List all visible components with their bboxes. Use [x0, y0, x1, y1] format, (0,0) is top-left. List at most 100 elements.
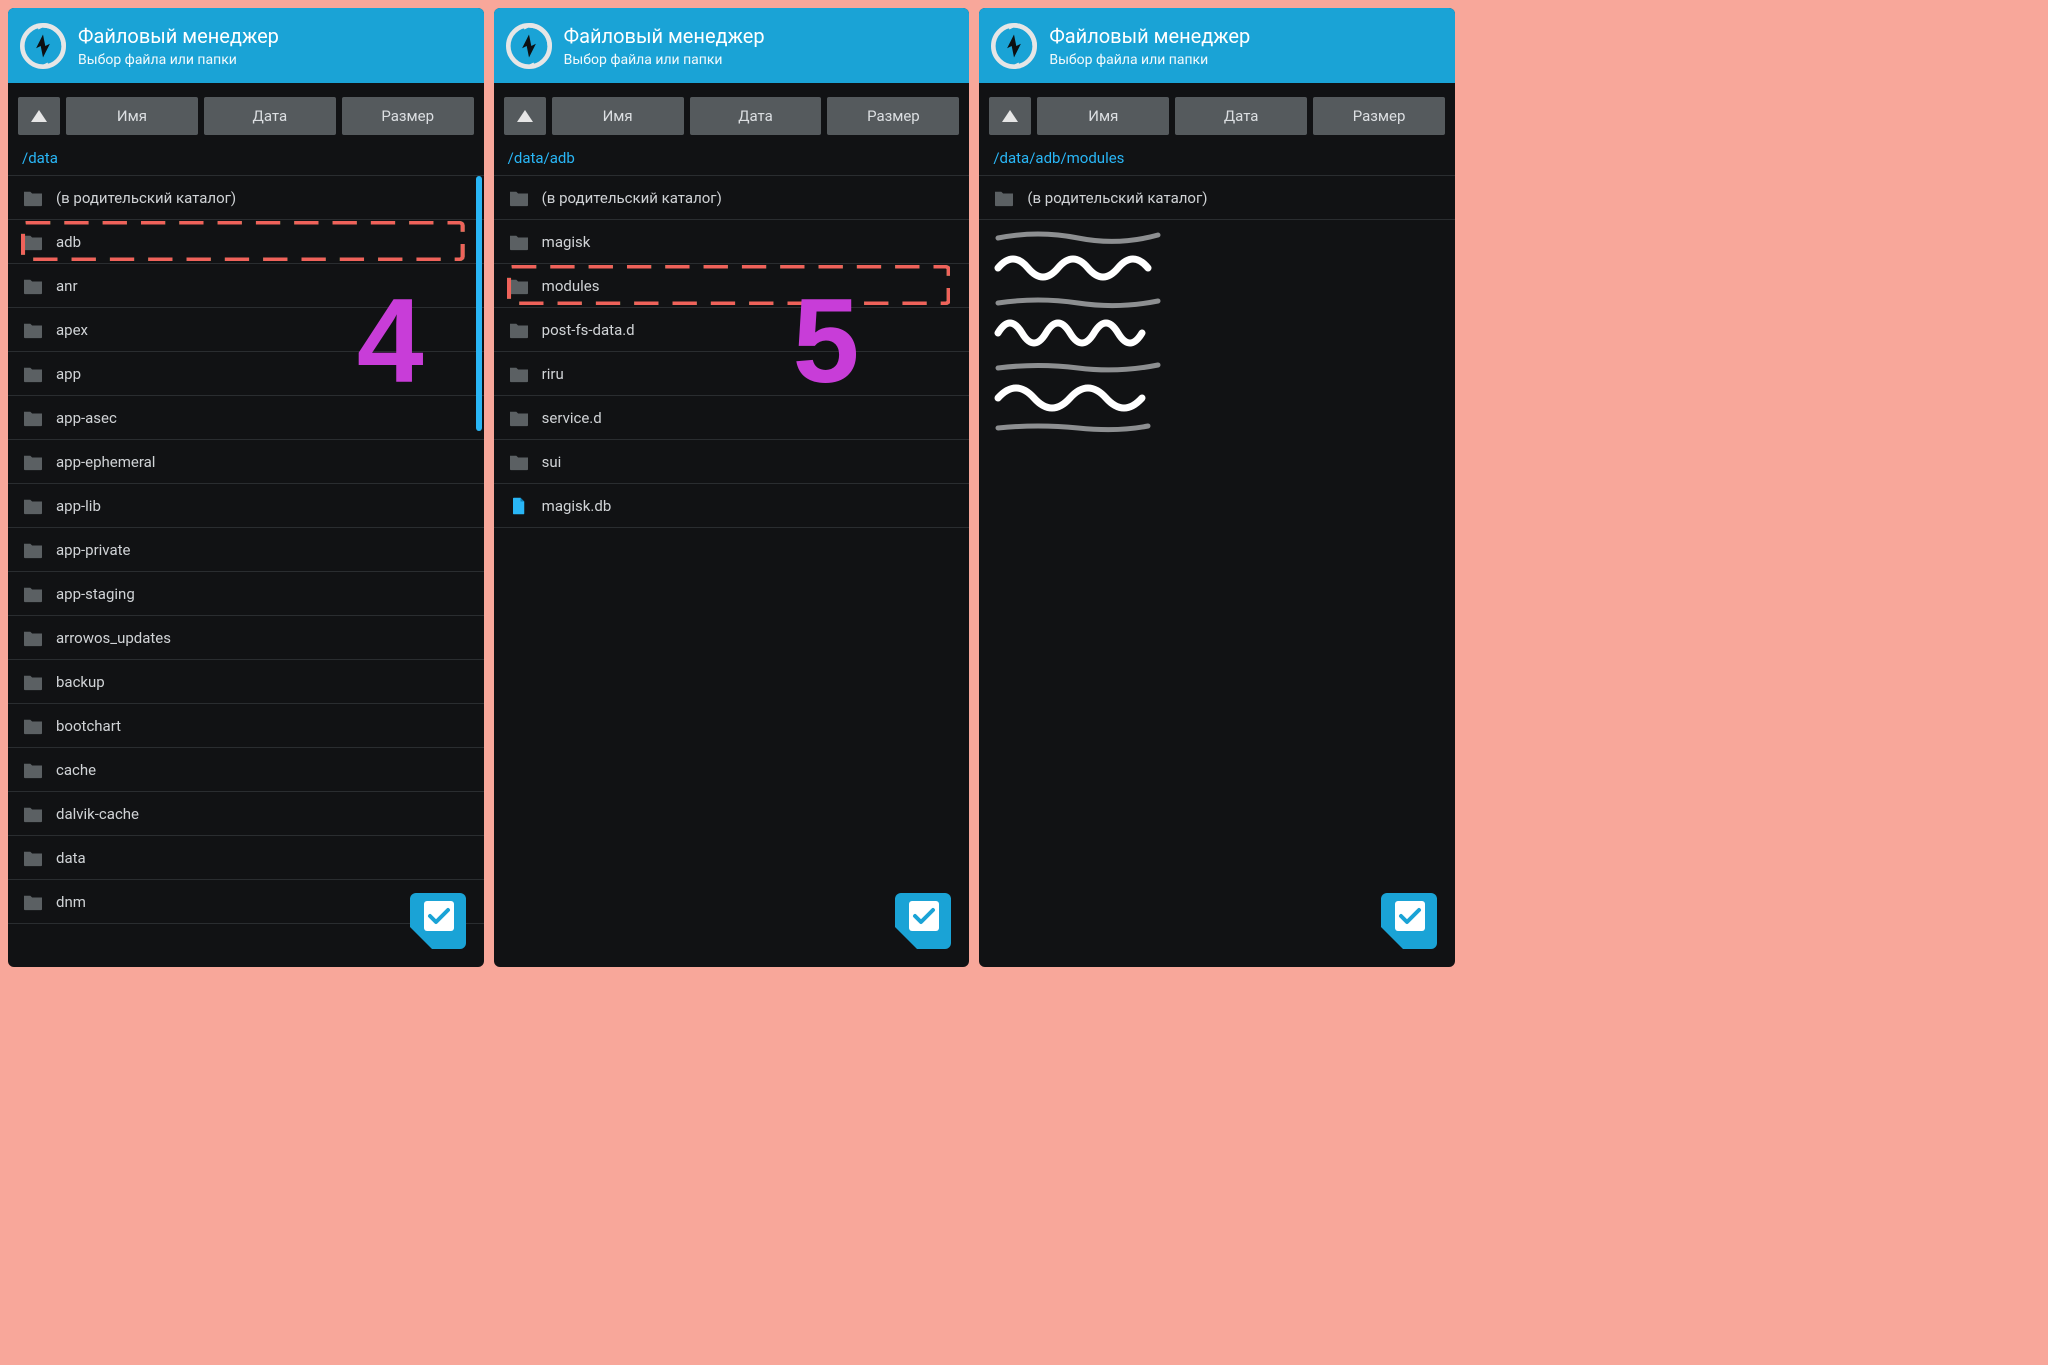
row-label: arrowos_updates	[56, 629, 171, 647]
folder-icon	[508, 233, 530, 251]
folder-row[interactable]: adb	[8, 220, 484, 264]
sort-by-size-button[interactable]: Размер	[827, 97, 959, 135]
folder-row[interactable]: app-ephemeral	[8, 440, 484, 484]
folder-icon	[22, 453, 44, 471]
folder-row[interactable]: apex	[8, 308, 484, 352]
folder-icon	[508, 189, 530, 207]
row-label: app-asec	[56, 409, 117, 427]
row-label: magisk	[542, 233, 591, 251]
folder-row[interactable]: magisk	[494, 220, 970, 264]
row-label: cache	[56, 761, 96, 779]
sort-toolbar: Имя Дата Размер	[494, 83, 970, 145]
select-fab[interactable]	[410, 893, 466, 949]
folder-row[interactable]: arrowos_updates	[8, 616, 484, 660]
sort-by-name-button[interactable]: Имя	[552, 97, 684, 135]
file-list[interactable]: (в родительский каталог) adb anr apexapp app…	[8, 176, 484, 967]
select-fab-icon	[410, 893, 466, 949]
folder-row[interactable]: app	[8, 352, 484, 396]
folder-row[interactable]: modules	[494, 264, 970, 308]
folder-row[interactable]: dalvik-cache	[8, 792, 484, 836]
sort-by-name-button[interactable]: Имя	[66, 97, 198, 135]
sort-by-date-button[interactable]: Дата	[204, 97, 336, 135]
row-label: bootchart	[56, 717, 121, 735]
folder-row[interactable]: (в родительский каталог)	[979, 176, 1455, 220]
phone-panel: Файловый менеджер Выбор файла или папки …	[8, 8, 484, 967]
folder-icon	[22, 409, 44, 427]
folder-icon	[22, 497, 44, 515]
folder-row[interactable]: sui	[494, 440, 970, 484]
sort-by-size-button[interactable]: Размер	[1313, 97, 1445, 135]
folder-icon	[22, 321, 44, 339]
current-path[interactable]: /data/adb	[494, 145, 970, 176]
app-header: Файловый менеджер Выбор файла или папки	[8, 8, 484, 83]
select-fab[interactable]	[1381, 893, 1437, 949]
file-row[interactable]: magisk.db	[494, 484, 970, 528]
scrollbar[interactable]	[476, 176, 482, 431]
row-label: app-lib	[56, 497, 101, 515]
folder-row[interactable]: app-lib	[8, 484, 484, 528]
folder-row[interactable]: riru	[494, 352, 970, 396]
row-label: magisk.db	[542, 497, 612, 515]
file-list[interactable]: (в родительский каталог) magisk modulespos…	[494, 176, 970, 967]
folder-icon	[993, 189, 1015, 207]
folder-row[interactable]: post-fs-data.d	[494, 308, 970, 352]
sort-direction-button[interactable]	[18, 97, 60, 135]
current-path[interactable]: /data/adb/modules	[979, 145, 1455, 176]
folder-row[interactable]: app-private	[8, 528, 484, 572]
folder-icon	[22, 541, 44, 559]
folder-row[interactable]: app-asec	[8, 396, 484, 440]
folder-row[interactable]: backup	[8, 660, 484, 704]
folder-icon	[22, 365, 44, 383]
sort-direction-button[interactable]	[989, 97, 1031, 135]
row-label: (в родительский каталог)	[542, 189, 722, 207]
sort-direction-button[interactable]	[504, 97, 546, 135]
row-label: adb	[56, 233, 81, 251]
folder-icon	[22, 717, 44, 735]
folder-row[interactable]: (в родительский каталог)	[8, 176, 484, 220]
folder-row[interactable]: data	[8, 836, 484, 880]
header-subtitle: Выбор файла или папки	[564, 52, 765, 68]
row-label: app-staging	[56, 585, 135, 603]
folder-row[interactable]: service.d	[494, 396, 970, 440]
folder-row[interactable]: app-staging	[8, 572, 484, 616]
header-subtitle: Выбор файла или папки	[1049, 52, 1250, 68]
sort-by-date-button[interactable]: Дата	[1175, 97, 1307, 135]
row-label: app-private	[56, 541, 130, 559]
select-fab[interactable]	[895, 893, 951, 949]
select-fab-icon	[895, 893, 951, 949]
header-title: Файловый менеджер	[78, 24, 279, 48]
current-path[interactable]: /data	[8, 145, 484, 176]
file-icon	[508, 497, 530, 515]
folder-row[interactable]: (в родительский каталог)	[494, 176, 970, 220]
folder-icon	[22, 629, 44, 647]
row-label: dnm	[56, 893, 86, 911]
sort-by-date-button[interactable]: Дата	[690, 97, 822, 135]
folder-icon	[508, 365, 530, 383]
row-label: anr	[56, 277, 78, 295]
folder-row[interactable]: anr	[8, 264, 484, 308]
app-header: Файловый менеджер Выбор файла или папки	[979, 8, 1455, 83]
header-title: Файловый менеджер	[1049, 24, 1250, 48]
row-label: service.d	[542, 409, 602, 427]
folder-icon	[22, 585, 44, 603]
row-label: data	[56, 849, 86, 867]
file-list[interactable]: (в родительский каталог)	[979, 176, 1455, 967]
phone-panel: Файловый менеджер Выбор файла или папки …	[979, 8, 1455, 967]
header-title: Файловый менеджер	[564, 24, 765, 48]
folder-icon	[22, 277, 44, 295]
sort-by-name-button[interactable]: Имя	[1037, 97, 1169, 135]
folder-icon	[22, 761, 44, 779]
annotation-scribble	[993, 228, 1173, 442]
sort-toolbar: Имя Дата Размер	[979, 83, 1455, 145]
folder-row[interactable]: cache	[8, 748, 484, 792]
sort-by-size-button[interactable]: Размер	[342, 97, 474, 135]
sort-asc-icon	[516, 109, 534, 123]
folder-row[interactable]: bootchart	[8, 704, 484, 748]
row-label: riru	[542, 365, 564, 383]
sort-asc-icon	[30, 109, 48, 123]
header-subtitle: Выбор файла или папки	[78, 52, 279, 68]
folder-icon	[22, 849, 44, 867]
folder-icon	[508, 277, 530, 295]
folder-icon	[508, 453, 530, 471]
row-label: (в родительский каталог)	[1027, 189, 1207, 207]
